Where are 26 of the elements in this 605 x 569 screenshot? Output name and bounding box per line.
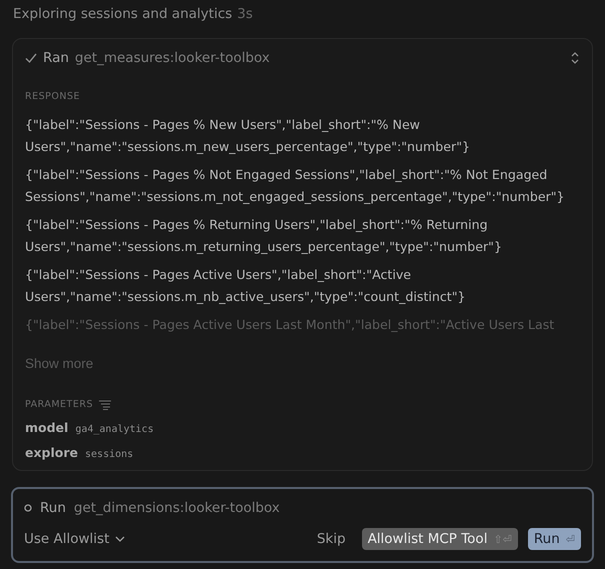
- section-label: RESPONSE: [25, 91, 80, 102]
- parameter-name: explore: [25, 445, 78, 460]
- duration: 3s: [237, 6, 253, 22]
- tool-name: get_measures:looker-toolbox: [74, 50, 271, 66]
- response-line: {"label":"Sessions - Pages % Returning Users","label_short":"% Returning Users","name":"sessions.m_returning_users_percentage","type":"number"}: [25, 216, 503, 256]
- call-status: Ran: [43, 50, 69, 66]
- call-status: Run: [40, 500, 66, 516]
- activity-title: Exploring sessions and analytics: [13, 6, 232, 22]
- parameter-value: sessions: [85, 449, 134, 460]
- skip-button[interactable]: Skip: [310, 528, 352, 550]
- expand-toggle-icon[interactable]: [570, 51, 580, 65]
- response-line: {"label":"Sessions - Pages Active Users","label_short":"Active Users","name":"sessions.m_nb_active_users","type":"count_distinct"}: [25, 266, 467, 306]
- response-line: {"label":"Sessions - Pages Active Users Last Month","label_short":"Active Users Last: [25, 316, 556, 334]
- parameter-name: model: [25, 420, 68, 435]
- chevron-down-icon: [115, 536, 126, 542]
- allowlist-dropdown[interactable]: Use Allowlist: [24, 531, 301, 547]
- pending-circle-icon: [24, 504, 32, 512]
- tool-name: get_dimensions:looker-toolbox: [74, 500, 281, 516]
- section-label: PARAMETERS: [25, 399, 93, 410]
- response-line: {"label":"Sessions - Pages % New Users","label_short":"% New Users","name":"sessions.m_new_users_percentage","type":"number"}: [25, 116, 471, 156]
- parameter-value: ga4_analytics: [75, 424, 154, 435]
- run-button[interactable]: Run ⏎: [528, 528, 581, 550]
- list-icon: [98, 400, 111, 410]
- response-line: {"label":"Sessions - Pages % Not Engaged Sessions","label_short":"% Not Engaged Sessions","name":"sessions.m_not_engaged_sessions_percentage","type":"number"}: [25, 166, 566, 206]
- check-icon: [25, 52, 37, 64]
- allowlist-button[interactable]: Allowlist MCP Tool ⇧⏎: [362, 528, 518, 550]
